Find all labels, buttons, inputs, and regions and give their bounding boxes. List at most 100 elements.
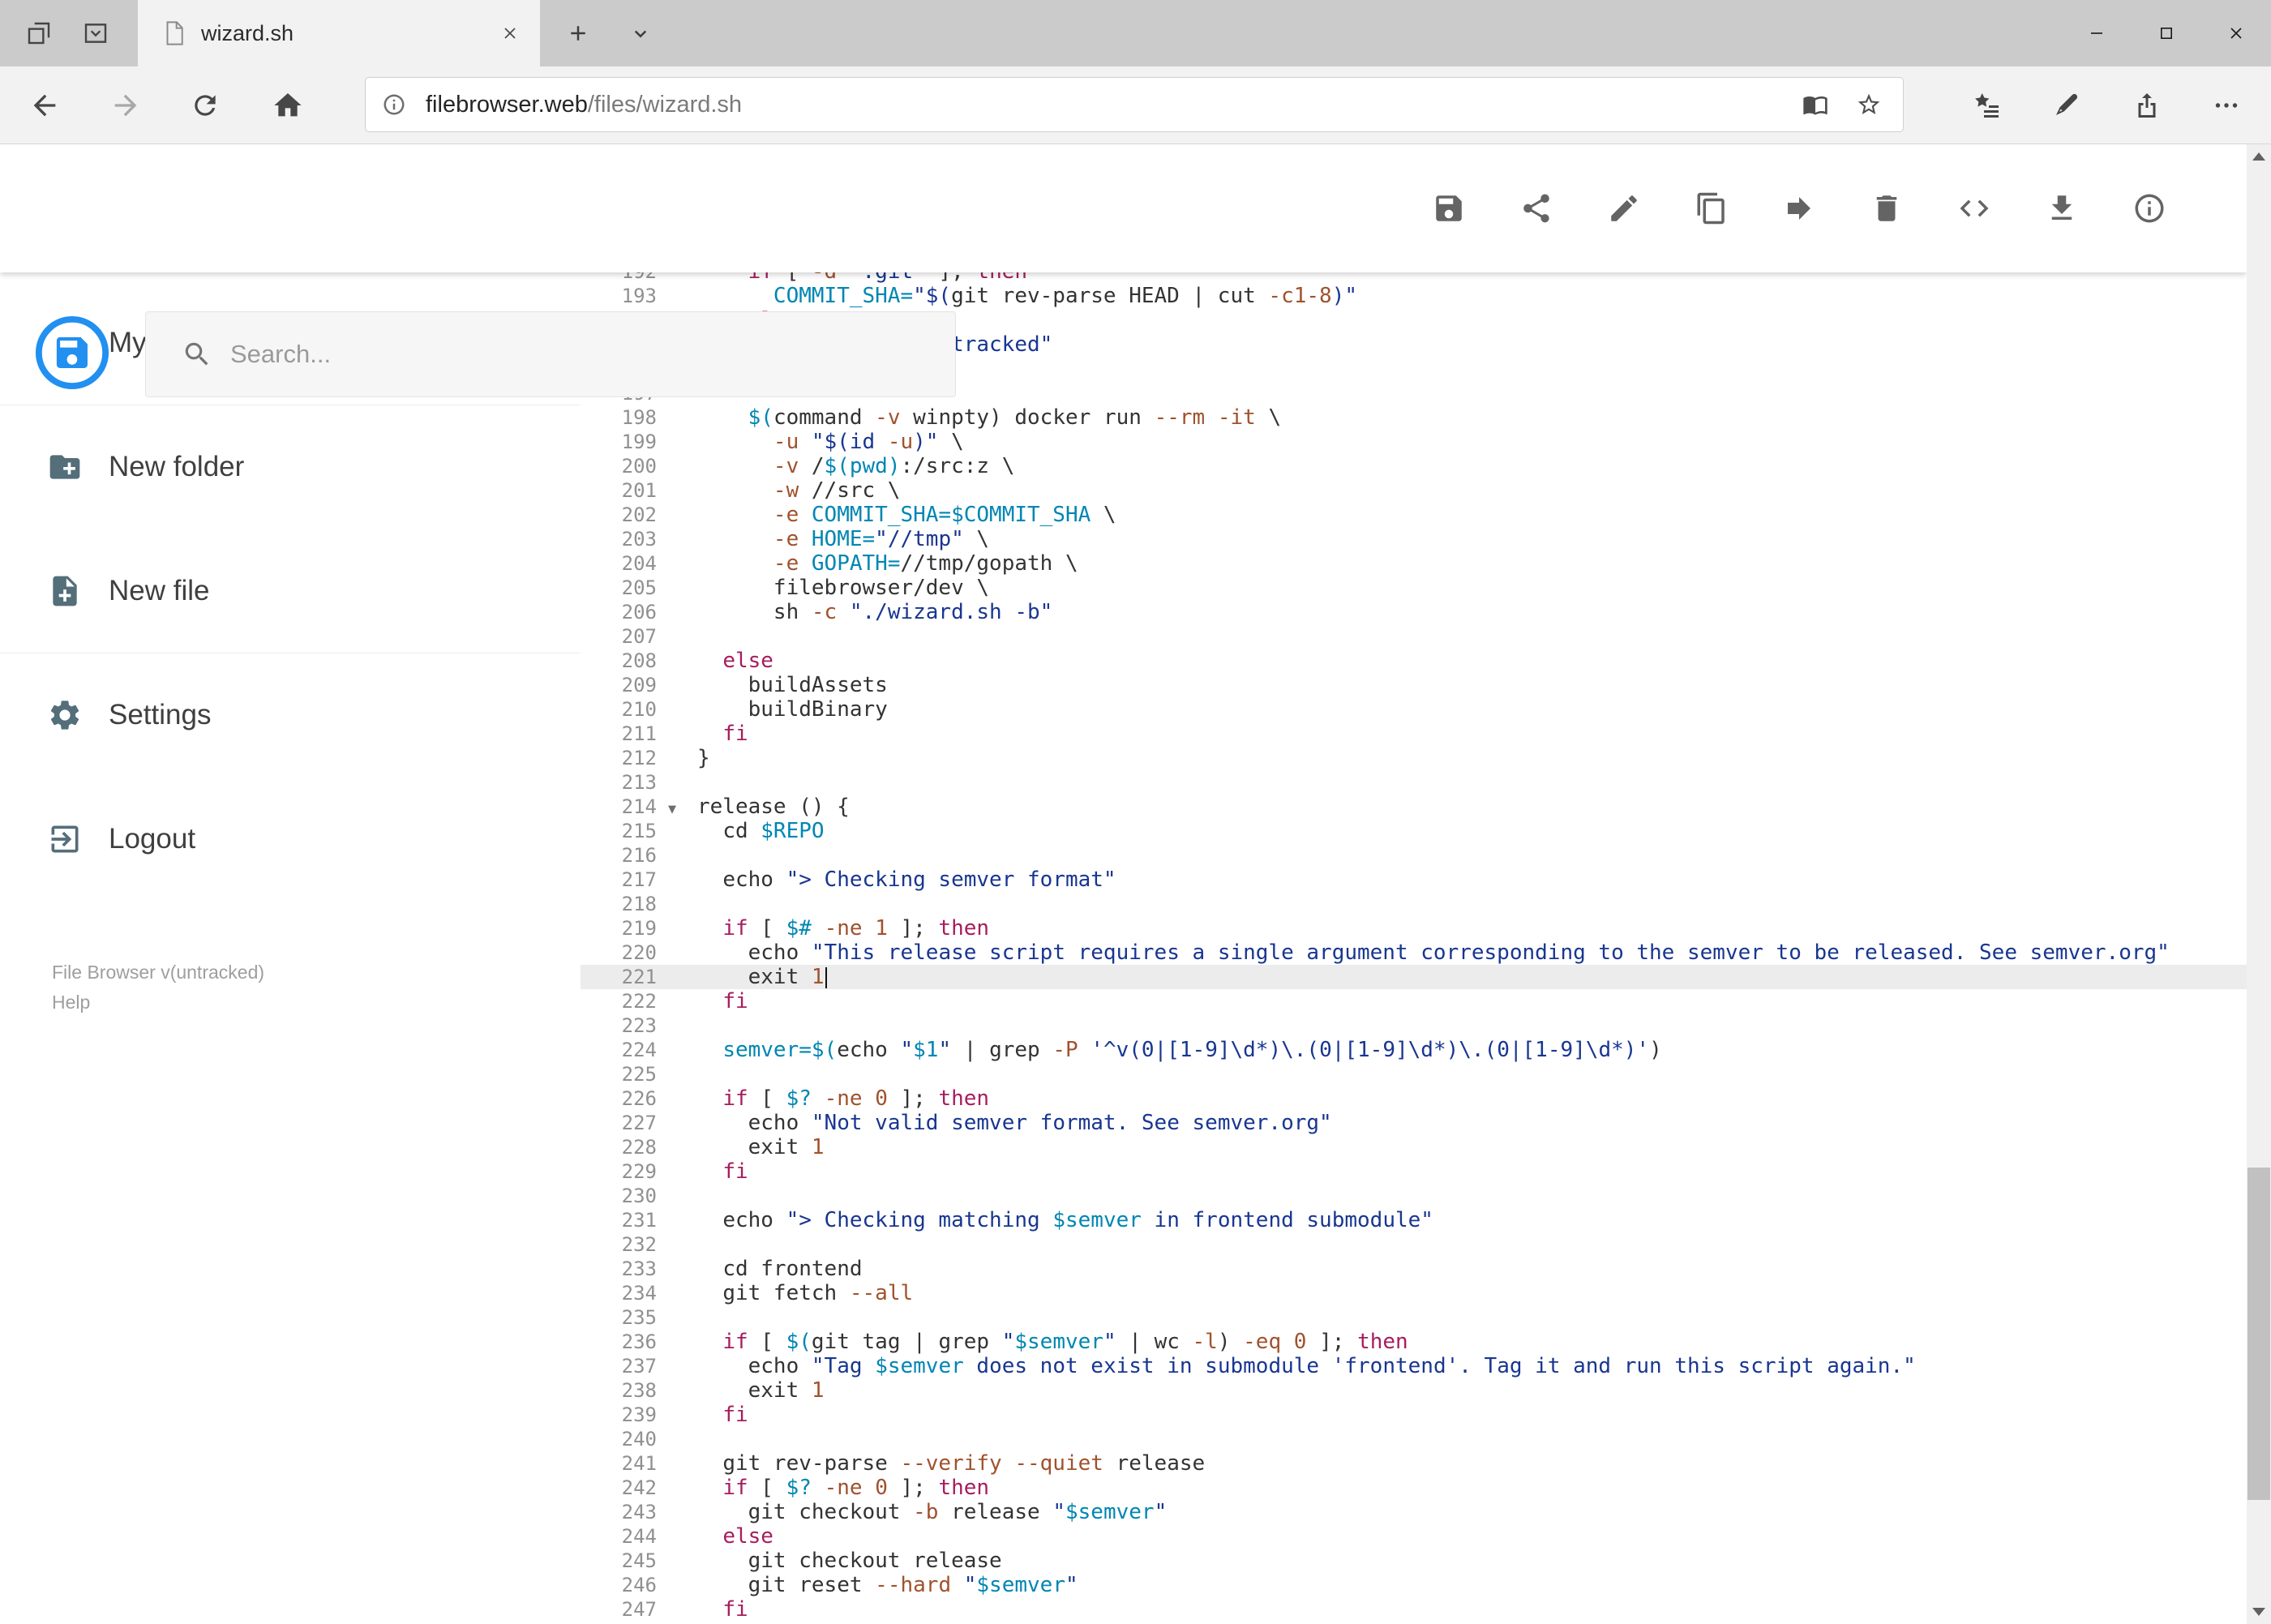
- code-line[interactable]: 205 filebrowser/dev \: [581, 576, 2247, 600]
- code-line[interactable]: 207: [581, 624, 2247, 649]
- code-line[interactable]: 230: [581, 1184, 2247, 1208]
- code-line[interactable]: 242 if [ $? -ne 0 ]; then: [581, 1476, 2247, 1500]
- code-line[interactable]: 234 git fetch --all: [581, 1281, 2247, 1305]
- back-button[interactable]: [21, 66, 68, 144]
- code-line[interactable]: 192 if [ -d ".git" ]; then: [581, 272, 2247, 284]
- code-line[interactable]: 216: [581, 843, 2247, 868]
- code-line[interactable]: 222 fi: [581, 989, 2247, 1013]
- code-line[interactable]: 217 echo "> Checking semver format": [581, 868, 2247, 892]
- code-line[interactable]: 232: [581, 1232, 2247, 1257]
- help-link[interactable]: Help: [52, 988, 264, 1018]
- site-info-icon[interactable]: [382, 92, 406, 117]
- code-editor[interactable]: 192 if [ -d ".git" ]; then193 COMMIT_SHA…: [581, 272, 2247, 1624]
- save-button[interactable]: [1420, 179, 1478, 238]
- code-line[interactable]: 209 buildAssets: [581, 673, 2247, 697]
- refresh-button[interactable]: [182, 66, 229, 144]
- move-button[interactable]: [1770, 179, 1828, 238]
- code-line[interactable]: 210 buildBinary: [581, 697, 2247, 722]
- code-line[interactable]: 231 echo "> Checking matching $semver in…: [581, 1208, 2247, 1232]
- scroll-up-button[interactable]: [2247, 144, 2271, 169]
- share-page-button[interactable]: [2122, 66, 2172, 144]
- minimize-button[interactable]: [2062, 0, 2132, 66]
- code-line[interactable]: 199 -u "$(id -u)" \: [581, 430, 2247, 454]
- filebrowser-logo[interactable]: [34, 315, 110, 391]
- code-line[interactable]: 204 -e GOPATH=//tmp/gopath \: [581, 551, 2247, 576]
- line-number: 230: [621, 1185, 657, 1207]
- code-line[interactable]: 245 git checkout release: [581, 1549, 2247, 1573]
- share-button[interactable]: [1507, 179, 1566, 238]
- sidebar-item-logout[interactable]: Logout: [0, 777, 581, 901]
- sidebar-item-new-folder[interactable]: New folder: [0, 405, 581, 529]
- code-line[interactable]: 221 exit 1: [581, 965, 2247, 989]
- sidebar-item-settings[interactable]: Settings: [0, 653, 581, 777]
- code-line[interactable]: 218: [581, 892, 2247, 916]
- new-tab-button[interactable]: [555, 0, 602, 66]
- code-line[interactable]: 202 -e COMMIT_SHA=$COMMIT_SHA \: [581, 503, 2247, 527]
- hub-favorites-button[interactable]: [1961, 66, 2012, 144]
- save-icon: [1436, 195, 1462, 221]
- code-line[interactable]: 200 -v /$(pwd):/src:z \: [581, 454, 2247, 478]
- address-bar[interactable]: filebrowser.web/files/wizard.sh: [365, 77, 1904, 132]
- code-line[interactable]: 243 git checkout -b release "$semver": [581, 1500, 2247, 1524]
- code-line[interactable]: 236 if [ $(git tag | grep "$semver" | wc…: [581, 1330, 2247, 1354]
- code-line[interactable]: 219 if [ $# -ne 1 ]; then: [581, 916, 2247, 941]
- code-line[interactable]: 198 $(command -v winpty) docker run --rm…: [581, 405, 2247, 430]
- copy-button[interactable]: [1682, 179, 1741, 238]
- scroll-down-button[interactable]: [2247, 1600, 2271, 1624]
- code-line[interactable]: 215 cd $REPO: [581, 819, 2247, 843]
- info-button[interactable]: [2120, 179, 2179, 238]
- favorite-star-icon[interactable]: [1856, 92, 1882, 118]
- code-line[interactable]: 235: [581, 1305, 2247, 1330]
- code-line[interactable]: 239 fi: [581, 1403, 2247, 1427]
- tab-list-chevron-button[interactable]: [618, 0, 663, 66]
- page-scrollbar[interactable]: [2247, 144, 2271, 1624]
- code-line[interactable]: 233 cd frontend: [581, 1257, 2247, 1281]
- scrollbar-thumb[interactable]: [2247, 1168, 2270, 1500]
- code-line[interactable]: 241 git rev-parse --verify --quiet relea…: [581, 1451, 2247, 1476]
- tabs-set-aside-button[interactable]: [16, 0, 62, 66]
- more-options-button[interactable]: [2201, 66, 2252, 144]
- code-line[interactable]: 208 else: [581, 649, 2247, 673]
- code-line[interactable]: 220 echo "This release script requires a…: [581, 941, 2247, 965]
- code-line[interactable]: 224 semver=$(echo "$1" | grep -P '^v(0|[…: [581, 1038, 2247, 1062]
- sidebar-item-new-file[interactable]: New file: [0, 529, 581, 653]
- code-line[interactable]: 214 ▼ release () {: [581, 795, 2247, 819]
- maximize-button[interactable]: [2132, 0, 2201, 66]
- rename-button[interactable]: [1595, 179, 1653, 238]
- code-line[interactable]: 228 exit 1: [581, 1135, 2247, 1159]
- reading-view-icon[interactable]: [1802, 92, 1828, 118]
- code-line[interactable]: 212}: [581, 746, 2247, 770]
- code-line[interactable]: 226 if [ $? -ne 0 ]; then: [581, 1086, 2247, 1111]
- code-button[interactable]: [1945, 179, 2003, 238]
- code-line[interactable]: 201 -w //src \: [581, 478, 2247, 503]
- tab-preview-button[interactable]: [71, 0, 120, 66]
- code-line[interactable]: 237 echo "Tag $semver does not exist in …: [581, 1354, 2247, 1378]
- code-line[interactable]: 203 -e HOME="//tmp" \: [581, 527, 2247, 551]
- web-note-button[interactable]: [2041, 66, 2091, 144]
- home-button[interactable]: [264, 66, 311, 144]
- browser-tab[interactable]: wizard.sh: [138, 0, 540, 66]
- forward-button[interactable]: [102, 66, 149, 144]
- search-bar[interactable]: [145, 311, 956, 397]
- code-line[interactable]: 225: [581, 1062, 2247, 1086]
- code-line[interactable]: 211 fi: [581, 722, 2247, 746]
- code-line[interactable]: 206 sh -c "./wizard.sh -b": [581, 600, 2247, 624]
- line-number: 206: [621, 601, 657, 623]
- code-line[interactable]: 213: [581, 770, 2247, 795]
- code-line[interactable]: 244 else: [581, 1524, 2247, 1549]
- search-input[interactable]: [230, 340, 879, 369]
- code-line[interactable]: 240: [581, 1427, 2247, 1451]
- code-line[interactable]: 223: [581, 1013, 2247, 1038]
- code-line[interactable]: 247 fi: [581, 1597, 2247, 1622]
- delete-button[interactable]: [1858, 179, 1916, 238]
- plus-icon: [571, 26, 585, 41]
- code-line[interactable]: 238 exit 1: [581, 1378, 2247, 1403]
- code-line[interactable]: 229 fi: [581, 1159, 2247, 1184]
- download-button[interactable]: [2033, 179, 2091, 238]
- code-line[interactable]: 227 echo "Not valid semver format. See s…: [581, 1111, 2247, 1135]
- tab-close-icon[interactable]: [496, 19, 524, 47]
- close-button[interactable]: [2201, 0, 2271, 66]
- code-line[interactable]: 193 COMMIT_SHA="$(git rev-parse HEAD | c…: [581, 284, 2247, 308]
- code-text: cd $REPO: [722, 819, 825, 843]
- code-line[interactable]: 246 git reset --hard "$semver": [581, 1573, 2247, 1597]
